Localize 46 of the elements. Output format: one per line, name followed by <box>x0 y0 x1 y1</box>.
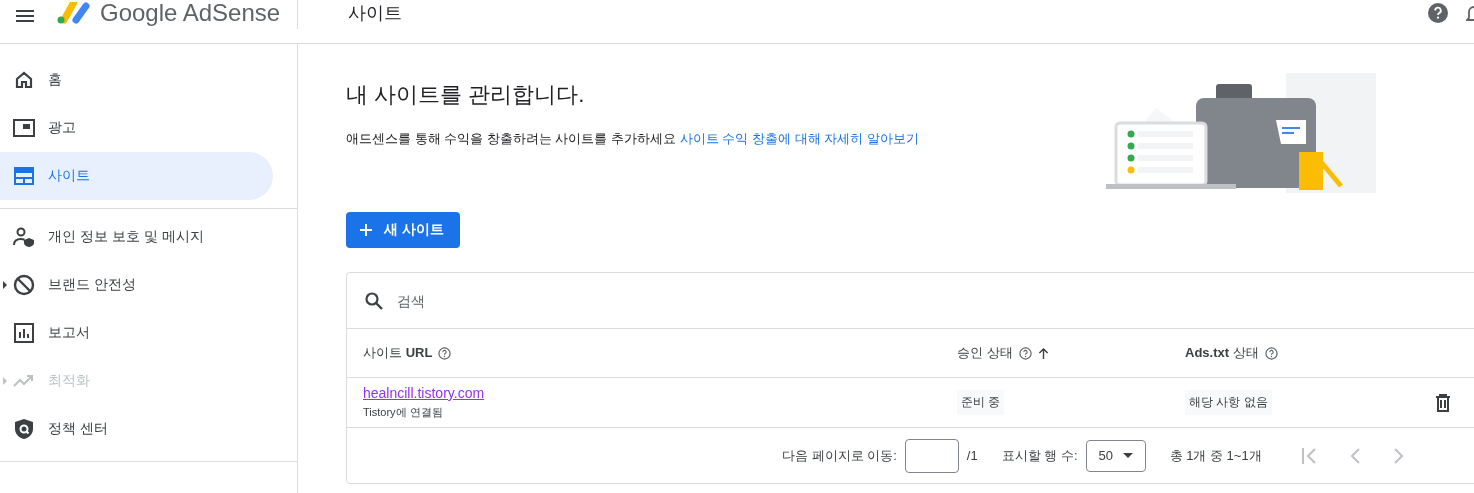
learn-more-link[interactable]: 사이트 수익 창출에 대해 자세히 알아보기 <box>679 131 919 146</box>
nav-item[interactable]: 홈 <box>0 56 273 104</box>
page-input[interactable] <box>904 438 959 473</box>
column-header[interactable]: 승인 상태 <box>957 344 1013 362</box>
menu-icon[interactable] <box>16 9 34 22</box>
logo-icon <box>56 1 90 24</box>
help-icon[interactable] <box>438 346 452 360</box>
column-header[interactable]: 사이트 URL <box>363 344 433 362</box>
bar-chart-icon <box>13 323 35 343</box>
site-url-link[interactable]: healncill.tistory.com <box>363 385 485 401</box>
nav-item[interactable]: 브랜드 안전성 <box>0 261 273 309</box>
status-chip: 준비 중 <box>957 390 1005 415</box>
nav-item[interactable]: 보고서 <box>0 309 273 357</box>
new-site-button[interactable]: 새 사이트 <box>346 212 460 248</box>
page-title: 사이트 <box>348 2 402 25</box>
help-icon[interactable] <box>1428 3 1448 23</box>
plus-icon <box>360 224 372 236</box>
help-icon[interactable] <box>1264 346 1278 360</box>
product-name: Google AdSense <box>100 0 281 27</box>
help-icon[interactable] <box>1018 346 1032 360</box>
connection-text: Tistory에 연결됨 <box>363 405 443 420</box>
page-heading: 내 사이트를 관리합니다. <box>346 81 586 109</box>
block-icon <box>13 274 35 296</box>
status-chip: 해당 사항 없음 <box>1185 390 1272 415</box>
page-total: /1 <box>966 448 978 463</box>
browser-layout-icon <box>13 167 35 185</box>
range-text: 총 1개 중 1~1개 <box>1169 446 1262 465</box>
shield-search-icon <box>13 418 35 440</box>
rows-per-page-dropdown[interactable]: 50 <box>1085 439 1146 472</box>
trend-icon <box>13 374 35 388</box>
dropdown-caret-icon <box>1122 453 1133 458</box>
goto-page-label: 다음 페이지로 이동: <box>782 446 897 465</box>
nav-item[interactable]: 정책 센터 <box>0 405 273 453</box>
nav-item[interactable]: 개인 정보 보호 및 메시지 <box>0 213 273 261</box>
rows-per-page-label: 표시할 행 수: <box>1001 446 1078 465</box>
expand-arrow-icon[interactable] <box>3 281 7 289</box>
ad-panel-icon <box>13 119 35 137</box>
column-header[interactable]: Ads.txt 상태 <box>1185 344 1259 362</box>
search-icon <box>365 291 383 310</box>
nav-item[interactable]: 광고 <box>0 104 273 152</box>
description-text: 애드센스를 통해 수익을 창출하려는 사이트를 추가하세요 <box>346 131 677 146</box>
home-icon <box>13 70 35 90</box>
nav-item[interactable]: 사이트 <box>0 152 273 200</box>
sort-arrow-icon[interactable] <box>1037 347 1049 359</box>
person-shield-icon <box>13 227 35 247</box>
trash-icon[interactable] <box>1435 393 1451 412</box>
